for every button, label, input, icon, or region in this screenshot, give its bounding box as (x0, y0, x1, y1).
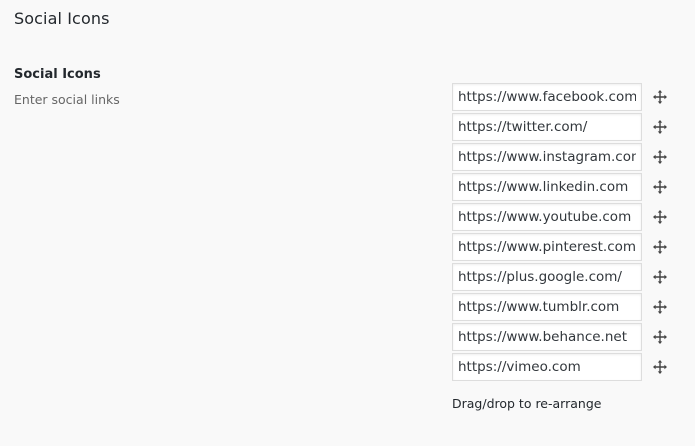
section-title: Social Icons (14, 9, 110, 28)
social-link-row[interactable] (452, 352, 668, 382)
social-link-input[interactable] (452, 83, 642, 111)
social-link-input[interactable] (452, 203, 642, 231)
social-link-input[interactable] (452, 173, 642, 201)
social-link-input[interactable] (452, 293, 642, 321)
social-link-input[interactable] (452, 143, 642, 171)
move-icon[interactable] (652, 329, 668, 345)
social-link-row[interactable] (452, 292, 668, 322)
move-icon[interactable] (652, 299, 668, 315)
social-link-row[interactable] (452, 262, 668, 292)
move-icon[interactable] (652, 209, 668, 225)
social-link-row[interactable] (452, 112, 668, 142)
move-icon[interactable] (652, 119, 668, 135)
social-link-row[interactable] (452, 232, 668, 262)
move-icon[interactable] (652, 149, 668, 165)
move-icon[interactable] (652, 239, 668, 255)
social-link-input[interactable] (452, 233, 642, 261)
social-link-row[interactable] (452, 142, 668, 172)
social-link-input[interactable] (452, 323, 642, 351)
social-link-row[interactable] (452, 82, 668, 112)
social-link-row[interactable] (452, 172, 668, 202)
move-icon[interactable] (652, 89, 668, 105)
move-icon[interactable] (652, 359, 668, 375)
move-icon[interactable] (652, 269, 668, 285)
social-link-input[interactable] (452, 113, 642, 141)
social-link-row[interactable] (452, 322, 668, 352)
social-link-input[interactable] (452, 263, 642, 291)
field-description: Enter social links (14, 92, 120, 107)
social-link-row[interactable] (452, 202, 668, 232)
social-links-list (452, 82, 668, 382)
social-link-input[interactable] (452, 353, 642, 381)
field-title: Social Icons (14, 67, 101, 82)
move-icon[interactable] (652, 179, 668, 195)
drag-hint: Drag/drop to re-arrange (452, 396, 602, 411)
